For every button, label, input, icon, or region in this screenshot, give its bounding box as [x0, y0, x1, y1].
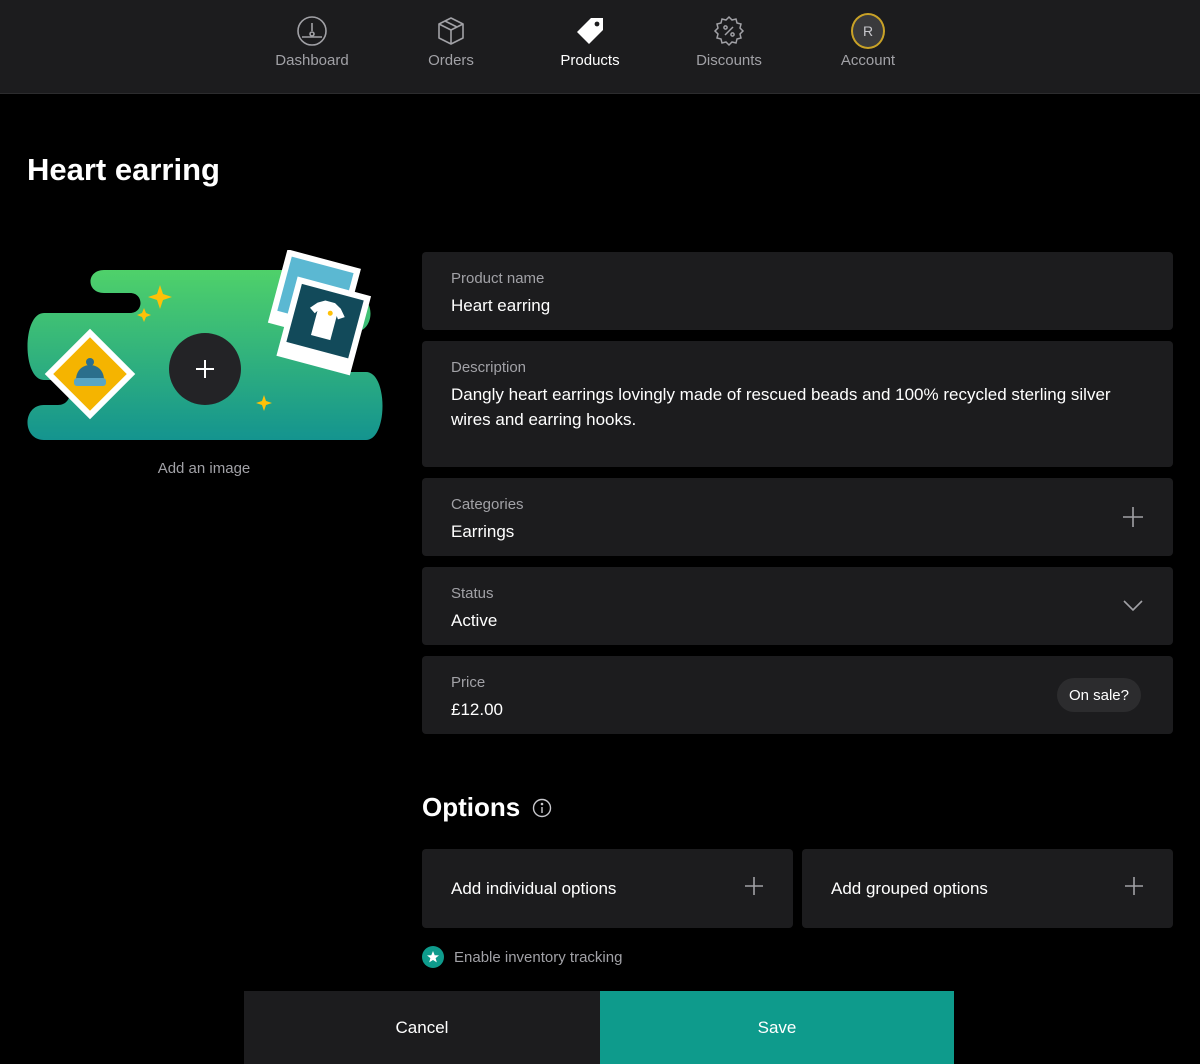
nav-item-dashboard[interactable]: Dashboard [252, 14, 372, 78]
add-individual-options-button[interactable]: Add individual options [422, 849, 793, 928]
nav-item-orders[interactable]: Orders [391, 14, 511, 78]
save-button[interactable]: Save [600, 991, 954, 1064]
nav-item-discounts[interactable]: Discounts [669, 14, 789, 78]
options-heading: Options [422, 792, 552, 823]
nav-item-account[interactable]: R Account [808, 13, 928, 78]
action-bar: Cancel Save [244, 991, 954, 1064]
add-image-label[interactable]: Add an image [24, 460, 384, 477]
status-select[interactable]: Status Active [422, 567, 1173, 645]
plus-icon [744, 876, 764, 901]
field-label: Status [451, 585, 494, 602]
product-name-input[interactable]: Heart earring [451, 293, 1144, 318]
on-sale-button[interactable]: On sale? [1056, 678, 1141, 712]
field-label: Price [451, 674, 486, 691]
description-textarea[interactable]: Dangly heart earrings lovingly made of r… [451, 382, 1131, 432]
cancel-button[interactable]: Cancel [244, 991, 600, 1064]
description-field[interactable]: Description Dangly heart earrings loving… [422, 341, 1173, 467]
add-grouped-options-button[interactable]: Add grouped options [802, 849, 1173, 928]
product-name-field[interactable]: Product name Heart earring [422, 252, 1173, 330]
field-label: Product name [451, 270, 545, 287]
categories-value: Earrings [451, 522, 515, 541]
nav-label: Account [840, 52, 896, 69]
categories-field[interactable]: Categories Earrings [422, 478, 1173, 556]
inventory-label: Enable inventory tracking [454, 948, 623, 966]
inventory-tracking-toggle[interactable]: Enable inventory tracking [422, 946, 622, 968]
option-card-label: Add individual options [451, 878, 617, 898]
add-image-area[interactable] [24, 249, 386, 450]
nav-item-products[interactable]: Products [530, 14, 650, 78]
nav-label: Orders [428, 52, 474, 69]
nav-label: Dashboard [275, 52, 349, 69]
gauge-icon [295, 14, 329, 48]
price-input[interactable]: £12.00 [451, 697, 1144, 722]
tag-icon [573, 14, 607, 48]
avatar: R [851, 13, 885, 49]
page-title: Heart earring [27, 152, 220, 187]
price-field[interactable]: Price £12.00 On sale? [422, 656, 1173, 734]
status-value: Active [451, 611, 498, 630]
section-title: Options [422, 792, 521, 822]
info-icon[interactable] [532, 798, 552, 818]
plus-icon [1124, 876, 1144, 901]
box-icon [434, 14, 468, 48]
nav-label: Discounts [696, 52, 762, 69]
product-placeholder-illustration [27, 249, 383, 440]
field-label: Categories [451, 496, 524, 513]
top-nav: Dashboard Orders Products Discounts R Ac… [0, 0, 1200, 94]
percent-badge-icon [712, 14, 746, 48]
field-label: Description [451, 359, 527, 376]
nav-label: Products [560, 52, 620, 69]
option-card-label: Add grouped options [831, 878, 988, 898]
star-check-icon [422, 946, 444, 968]
chevron-down-icon[interactable] [1121, 594, 1145, 618]
plus-icon[interactable] [1121, 505, 1145, 529]
